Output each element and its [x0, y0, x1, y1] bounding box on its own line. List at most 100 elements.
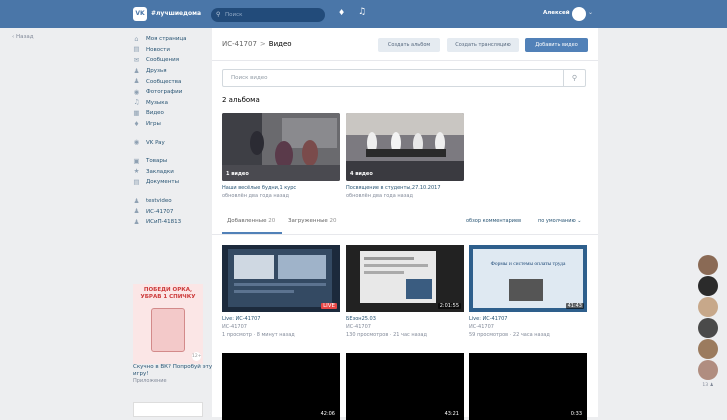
sidebar-item-my-page[interactable]: ⌂ Моя страница: [133, 34, 213, 45]
sidebar-item-music[interactable]: ♫ Музыка: [133, 98, 213, 109]
album-title[interactable]: Посвящение в студенты,27.10.2017: [346, 185, 441, 191]
divider: [212, 234, 598, 235]
sidebar-item-isip41813[interactable]: ♟ ИСиП-41813: [133, 217, 213, 228]
album-thumbnail[interactable]: 1 видео: [222, 113, 340, 181]
sidebar-item-label: Музыка: [146, 99, 168, 106]
search-icon[interactable]: ⚲: [563, 70, 585, 86]
video-thumbnail[interactable]: 2:01:55: [346, 245, 464, 312]
top-bar: VK #лучшиедома ⚲ Поиск ♦ ♫ Алексей ⌄: [0, 0, 727, 28]
sidebar-item-label: Видео: [146, 110, 164, 117]
tab-label: Загруженные: [288, 218, 328, 224]
online-count[interactable]: 13 ♟: [697, 383, 719, 388]
video-duration: 2:01:55: [437, 303, 461, 309]
video-thumbnail[interactable]: LIVE: [222, 245, 340, 312]
breadcrumb-community[interactable]: ИС-41707: [222, 40, 257, 48]
create-stream-button[interactable]: Создать трансляцию: [447, 38, 519, 52]
avatar[interactable]: [698, 297, 718, 317]
video-duration: 0:33: [568, 411, 584, 417]
sidebar-item-bookmarks[interactable]: ★ Закладки: [133, 167, 213, 178]
news-icon: ▤: [133, 45, 140, 54]
chevron-down-icon[interactable]: ⌄: [588, 9, 593, 16]
sidebar-item-testvideo[interactable]: ♟ testvideo: [133, 196, 213, 207]
video-title[interactable]: БЕзон25.03: [346, 316, 376, 322]
sidebar-item-messages[interactable]: ✉ Сообщения: [133, 55, 213, 66]
avatar[interactable]: [698, 255, 718, 275]
create-album-button[interactable]: Создать альбом: [378, 38, 440, 52]
album-title[interactable]: Наши весёлые будни,1 курс: [222, 185, 296, 191]
video-meta: 59 просмотров · 22 часа назад: [469, 332, 550, 338]
sidebar-item-is41707[interactable]: ♟ ИС-41707: [133, 206, 213, 217]
sidebar-item-label: Сообщения: [146, 57, 180, 64]
sidebar-item-label: VK Pay: [146, 139, 165, 146]
sidebar-item-label: testvideo: [146, 198, 172, 205]
tab-uploaded[interactable]: Загруженные 20: [288, 218, 337, 224]
search-placeholder: Поиск: [225, 12, 243, 18]
documents-icon: ▤: [133, 177, 140, 186]
second-ad-banner[interactable]: [133, 402, 203, 417]
video-search-input[interactable]: Поиск видео ⚲: [222, 69, 586, 87]
video-title[interactable]: Live: ИС-41707: [469, 316, 507, 322]
sidebar-item-groups[interactable]: ♟ Сообщества: [133, 76, 213, 87]
video-duration: 41:43: [565, 303, 584, 309]
game-ad-title: ПОБЕДИ ОРКА, УБРАВ 1 СПИЧКУ: [140, 287, 196, 300]
game-ad-banner[interactable]: ПОБЕДИ ОРКА, УБРАВ 1 СПИЧКУ 12+: [133, 284, 203, 364]
albums-count: 2 альбома: [222, 96, 260, 104]
sidebar-item-label: Документы: [146, 179, 179, 186]
video-thumbnail-image: [222, 245, 340, 312]
album-video-count: 4 видео: [350, 171, 373, 177]
chat-dock: 13 ♟: [697, 255, 719, 388]
user-name[interactable]: Алексей: [543, 10, 570, 16]
video-icon: ▦: [133, 108, 140, 117]
avatar[interactable]: [698, 339, 718, 359]
video-thumbnail[interactable]: 42:06: [222, 353, 340, 420]
sidebar-item-vkpay[interactable]: ◉ VK Pay: [133, 137, 213, 148]
comments-overview-link[interactable]: обзор комментариев: [466, 218, 521, 224]
user-avatar[interactable]: [572, 7, 586, 21]
slide-text: Формы и системы оплаты труда: [491, 261, 566, 267]
video-thumbnail[interactable]: 0:33: [469, 353, 587, 420]
search-input[interactable]: ⚲ Поиск: [211, 8, 325, 22]
sidebar-item-market[interactable]: ▣ Товары: [133, 156, 213, 167]
sidebar-item-label: Фотографии: [146, 89, 183, 96]
sidebar-item-news[interactable]: ▤ Новости: [133, 45, 213, 56]
video-owner[interactable]: ИС-41707: [222, 324, 247, 330]
back-link[interactable]: ‹ Назад: [12, 34, 34, 40]
vk-logo-icon[interactable]: VK: [133, 7, 147, 21]
video-thumbnail[interactable]: 43:21: [346, 353, 464, 420]
avatar[interactable]: [698, 318, 718, 338]
sidebar-item-photos[interactable]: ◉ Фотографии: [133, 87, 213, 98]
game-ad-text: Скучно в ВК? Попробуй эту игру!: [133, 364, 213, 377]
game-ad-caption[interactable]: Скучно в ВК? Попробуй эту игру! Приложен…: [133, 364, 213, 384]
sidebar-item-video[interactable]: ▦ Видео: [133, 108, 213, 119]
music-note-icon[interactable]: ♫: [358, 7, 366, 17]
video-duration: 42:06: [318, 411, 337, 417]
video-title[interactable]: Live: ИС-41707: [222, 316, 260, 322]
video-owner[interactable]: ИС-41707: [346, 324, 371, 330]
tab-label: Добавленные: [227, 218, 267, 224]
bell-icon[interactable]: ♦: [338, 8, 345, 17]
page-header: ИС-41707 > Видео: [222, 40, 292, 48]
market-icon: ▣: [133, 156, 140, 165]
video-search-placeholder: Поиск видео: [231, 75, 268, 81]
avatar[interactable]: [698, 276, 718, 296]
online-count-value: 13: [702, 383, 709, 388]
sidebar-item-label: Моя страница: [146, 36, 187, 43]
album-thumbnail[interactable]: 4 видео: [346, 113, 464, 181]
user-icon: ♟: [709, 383, 714, 388]
sort-dropdown[interactable]: по умолчанию ⌄: [538, 218, 581, 224]
sidebar-item-label: ИСиП-41813: [146, 219, 182, 226]
tab-added[interactable]: Добавленные 20: [227, 218, 275, 224]
sidebar-item-documents[interactable]: ▤ Документы: [133, 177, 213, 188]
photo-icon: ◉: [133, 87, 140, 96]
video-thumbnail-image: Формы и системы оплаты труда: [469, 245, 587, 312]
back-label: Назад: [15, 34, 34, 40]
sidebar-item-friends[interactable]: ♟ Друзья: [133, 66, 213, 77]
add-video-button[interactable]: Добавить видео: [525, 38, 588, 52]
chevron-down-icon: ⌄: [577, 218, 582, 224]
community-name[interactable]: #лучшиедома: [151, 10, 201, 17]
avatar[interactable]: [698, 360, 718, 380]
video-owner[interactable]: ИС-41707: [469, 324, 494, 330]
album-updated: обновлён два года назад: [346, 193, 413, 199]
video-thumbnail[interactable]: Формы и системы оплаты труда 41:43: [469, 245, 587, 312]
sidebar-item-games[interactable]: ♦ Игры: [133, 119, 213, 130]
